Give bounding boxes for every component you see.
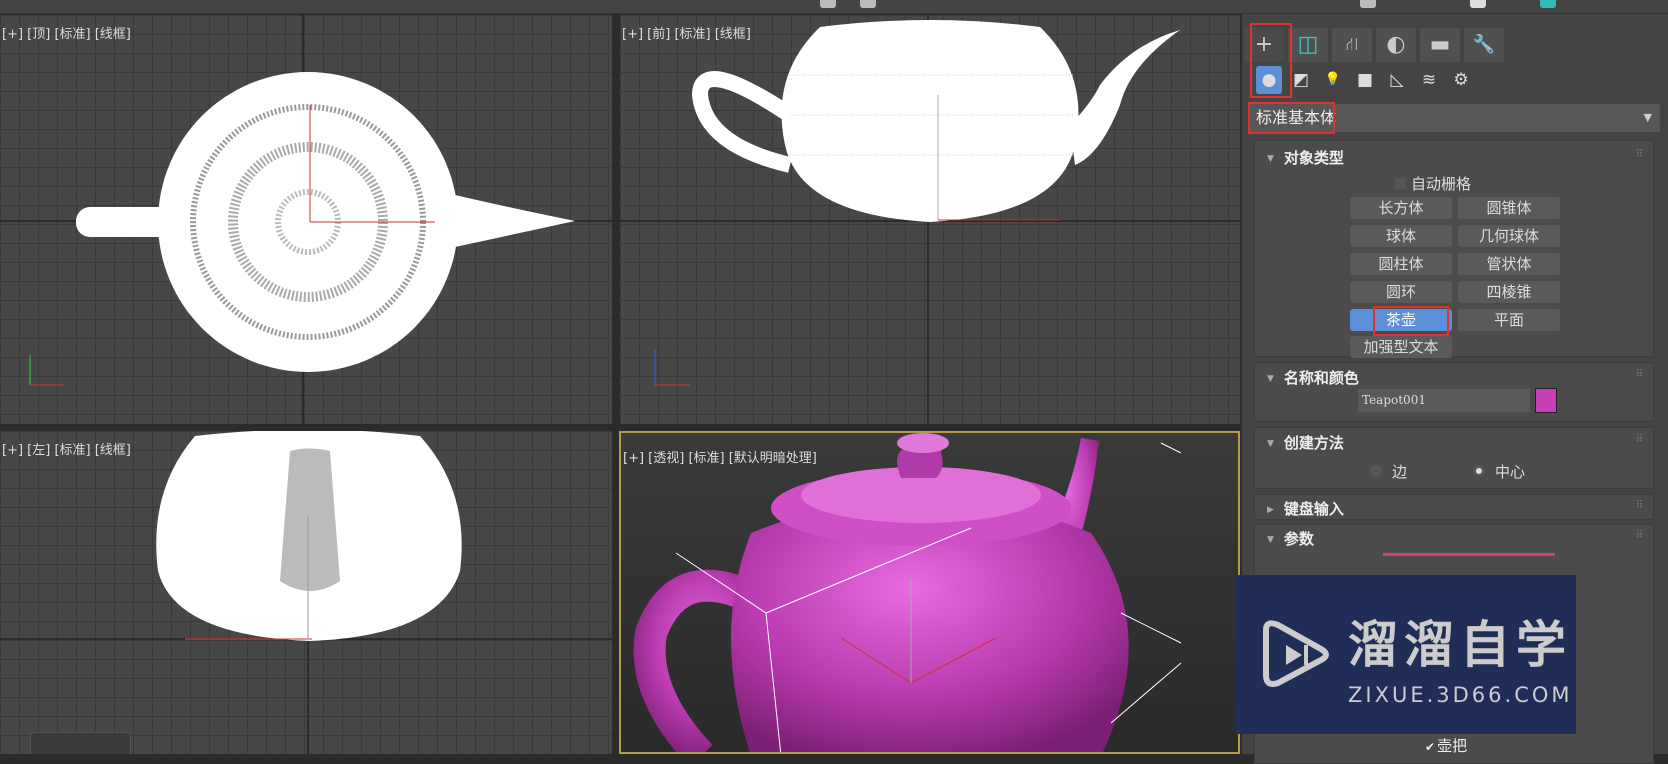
sphere-button[interactable]: 球体: [1350, 225, 1452, 247]
radio-icon: [1370, 465, 1382, 477]
cameras-icon: ■: [1356, 70, 1374, 90]
autogrid-label: 自动栅格: [1411, 175, 1472, 193]
rollout-header[interactable]: ▶ 键盘输入: [1267, 498, 1344, 519]
radio-selected-icon: [1473, 465, 1485, 477]
radius-field[interactable]: [1383, 553, 1555, 556]
render-setup-icon[interactable]: [1470, 0, 1486, 8]
chevron-down-icon: ▼: [1643, 111, 1652, 124]
rollout-title: 键盘输入: [1283, 500, 1344, 518]
geometry-icon: ●: [1261, 70, 1277, 90]
toolbar-icon[interactable]: [1360, 0, 1376, 8]
highlight-box: [1373, 306, 1449, 336]
utilities-tab[interactable]: 🔧: [1464, 28, 1504, 62]
window-crossing-icon[interactable]: [860, 0, 876, 8]
keyboard-entry-rollout[interactable]: ▶ 键盘输入 ⠿: [1254, 494, 1654, 520]
edge-radio[interactable]: 边: [1370, 461, 1407, 482]
viewport-label[interactable]: [+] [左] [标准] [线框]: [2, 439, 131, 458]
viewport-perspective[interactable]: [+] [透视] [标准] [默认明暗处理]: [619, 431, 1240, 754]
radio-label: 中心: [1495, 463, 1526, 481]
helpers-button[interactable]: ◺: [1384, 66, 1410, 94]
viewport-front[interactable]: [+] [前] [标准] [线框]: [620, 15, 1240, 424]
checkmark-icon: ✔: [1425, 740, 1436, 754]
rollout-header[interactable]: ▼ 参数: [1267, 528, 1314, 549]
geometry-button[interactable]: ●: [1256, 66, 1282, 94]
helpers-icon: ◺: [1390, 70, 1404, 90]
play-logo-icon: [1263, 620, 1329, 687]
rollout-title: 参数: [1283, 530, 1314, 548]
rollout-title: 对象类型: [1283, 149, 1344, 167]
motion-tab[interactable]: ◐: [1376, 28, 1416, 62]
shapes-icon: ◩: [1292, 70, 1310, 90]
hierarchy-icon: ⛙: [1345, 34, 1359, 55]
handle-checkbox[interactable]: ✔ 壶把: [1425, 735, 1467, 756]
modify-icon: ◫: [1297, 32, 1319, 57]
viewport-left[interactable]: [+] [左] [标准] [线框]: [0, 431, 612, 754]
spacewarps-button[interactable]: ≋: [1416, 66, 1442, 94]
rollout-header[interactable]: ▼ 对象类型: [1267, 147, 1344, 168]
rollout-header[interactable]: ▼ 名称和颜色: [1267, 367, 1359, 388]
watermark-brand: 溜溜自学: [1348, 616, 1572, 674]
handle-label: 壶把: [1437, 737, 1468, 755]
box-button[interactable]: 长方体: [1350, 197, 1452, 219]
display-icon: ▬: [1429, 32, 1451, 57]
pyramid-button[interactable]: 四棱锥: [1458, 281, 1560, 303]
textplus-button[interactable]: 加强型文本: [1350, 336, 1452, 358]
grip-icon[interactable]: ⠿: [1636, 500, 1643, 511]
grip-icon[interactable]: ⠿: [1636, 369, 1643, 380]
viewport-layout-button[interactable]: [30, 732, 131, 754]
utilities-icon: 🔧: [1472, 34, 1496, 55]
rollout-title: 创建方法: [1283, 434, 1344, 452]
collapse-icon: ▼: [1267, 438, 1274, 449]
modify-tab[interactable]: ◫: [1288, 28, 1328, 62]
tube-button[interactable]: 管状体: [1458, 253, 1560, 275]
lights-icon: 💡: [1324, 72, 1342, 87]
spacewarps-icon: ≋: [1421, 70, 1437, 90]
cylinder-button[interactable]: 圆柱体: [1350, 253, 1452, 275]
collapse-icon: ▼: [1267, 153, 1274, 164]
rollout-title: 名称和颜色: [1283, 369, 1359, 387]
radio-label: 边: [1392, 463, 1408, 481]
expand-icon: ▶: [1267, 504, 1274, 515]
render-frame-icon[interactable]: [1540, 0, 1556, 8]
viewport-top[interactable]: [+] [顶] [标准] [线框]: [0, 15, 612, 424]
systems-button[interactable]: ⚙: [1448, 66, 1474, 94]
center-radio[interactable]: 中心: [1473, 461, 1525, 482]
creation-method-rollout: ▼ 创建方法 ⠿ 边 中心: [1254, 427, 1654, 489]
grip-icon[interactable]: ⠿: [1636, 434, 1643, 445]
shapes-button[interactable]: ◩: [1288, 66, 1314, 94]
lights-button[interactable]: 💡: [1320, 66, 1346, 94]
collapse-icon: ▼: [1267, 534, 1274, 545]
highlight-box: [1248, 102, 1335, 134]
systems-icon: ⚙: [1453, 70, 1469, 90]
grip-icon[interactable]: ⠿: [1636, 149, 1643, 160]
object-name-input[interactable]: Teapot001: [1358, 389, 1530, 412]
viewport-label[interactable]: [+] [前] [标准] [线框]: [622, 23, 751, 42]
watermark: 溜溜自学 ZIXUE.3D66.COM: [1236, 575, 1576, 734]
watermark-url: ZIXUE.3D66.COM: [1348, 683, 1573, 707]
cameras-button[interactable]: ■: [1352, 66, 1378, 94]
cone-button[interactable]: 圆锥体: [1458, 197, 1560, 219]
viewport-label[interactable]: [+] [顶] [标准] [线框]: [2, 23, 131, 42]
plane-button[interactable]: 平面: [1458, 309, 1560, 331]
geosphere-button[interactable]: 几何球体: [1458, 225, 1560, 247]
object-type-rollout: ▼ 对象类型 ⠿ 自动栅格 长方体 圆锥体 球体 几何球体 圆柱体 管状体 圆环 …: [1254, 140, 1654, 358]
object-color-swatch[interactable]: [1535, 388, 1557, 413]
collapse-icon: ▼: [1267, 373, 1274, 384]
name-color-rollout: ▼ 名称和颜色 ⠿ Teapot001: [1254, 362, 1654, 422]
autogrid-checkbox[interactable]: 自动栅格: [1395, 173, 1471, 194]
main-toolbar: [0, 0, 1668, 14]
viewport-label[interactable]: [+] [透视] [标准] [默认明暗处理]: [623, 447, 817, 466]
torus-button[interactable]: 圆环: [1350, 281, 1452, 303]
hierarchy-tab[interactable]: ⛙: [1332, 28, 1372, 62]
select-region-icon[interactable]: [820, 0, 836, 8]
grip-icon[interactable]: ⠿: [1636, 530, 1643, 541]
display-tab[interactable]: ▬: [1420, 28, 1460, 62]
rollout-header[interactable]: ▼ 创建方法: [1267, 432, 1344, 453]
motion-icon: ◐: [1386, 32, 1406, 57]
checkbox-icon: [1395, 178, 1406, 189]
